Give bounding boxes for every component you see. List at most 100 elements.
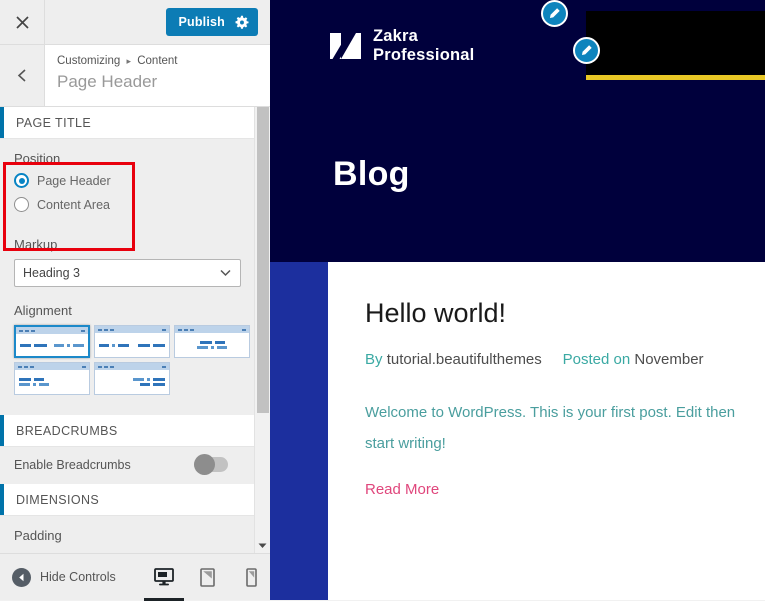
- thumb-bar: [175, 326, 249, 333]
- device-tablet-button[interactable]: [195, 554, 221, 601]
- thumb-dots-icon: [18, 365, 34, 368]
- black-banner: [586, 11, 765, 80]
- alignment-option-centered[interactable]: [174, 325, 250, 358]
- scrollbar-thumb[interactable]: [257, 107, 269, 413]
- breadcrumb-separator-icon: ▸: [126, 56, 132, 66]
- section-header-dimensions[interactable]: DIMENSIONS: [0, 484, 254, 516]
- logo-line-2: Professional: [373, 46, 475, 64]
- alignment-options: [14, 325, 252, 395]
- thumb-dot-icon: [81, 329, 85, 332]
- thumb-body: [95, 333, 169, 357]
- pencil-icon: [549, 8, 560, 19]
- logo-line-1: Zakra: [373, 27, 419, 45]
- controls-list: PAGE TITLE Position Page Header Content …: [0, 107, 254, 543]
- thumb-bar: [95, 363, 169, 370]
- content-area: Hello world! By tutorial.beautifulthemes…: [270, 262, 765, 600]
- alignment-option-title-left-meta-far-right[interactable]: [94, 325, 170, 358]
- control-padding-label: Padding: [14, 528, 62, 543]
- post-excerpt: Welcome to WordPress. This is your first…: [365, 404, 736, 452]
- alignment-option-stacked-left[interactable]: [14, 362, 90, 395]
- thumb-dots-icon: [178, 328, 194, 331]
- radio-content-area-label: Content Area: [37, 197, 110, 212]
- gear-icon: [235, 15, 249, 29]
- hide-controls-button[interactable]: Hide Controls: [0, 567, 116, 587]
- publish-button-label: Publish: [178, 15, 225, 29]
- thumb-body: [15, 370, 89, 394]
- device-desktop-button[interactable]: [143, 554, 184, 601]
- thumb-dot-icon: [242, 328, 246, 331]
- tablet-icon: [200, 567, 216, 587]
- post-inner: Hello world! By tutorial.beautifulthemes…: [328, 262, 765, 498]
- thumb-bar: [95, 326, 169, 333]
- position-label: Position: [14, 151, 61, 166]
- thumb-body: [175, 333, 249, 357]
- radio-option-content-area[interactable]: Content Area: [14, 197, 240, 212]
- alignment-option-title-left-meta-right[interactable]: [14, 325, 90, 358]
- breadcrumb-parent[interactable]: Content: [137, 55, 177, 67]
- zakra-logo-mark-icon: [328, 29, 362, 63]
- enable-breadcrumbs-label: Enable Breadcrumbs: [14, 457, 131, 472]
- enable-breadcrumbs-toggle[interactable]: [194, 454, 228, 475]
- controls-scrollbar[interactable]: [254, 107, 270, 553]
- alignment-option-stacked-right[interactable]: [94, 362, 170, 395]
- breadcrumb-root: Customizing: [57, 55, 121, 67]
- chevron-left-icon: [17, 69, 26, 82]
- radio-content-area[interactable]: [14, 197, 29, 212]
- panel-header: Customizing ▸ Content Page Header: [0, 45, 270, 107]
- close-icon: [15, 15, 29, 29]
- site-preview[interactable]: Zakra Professional Blog Hello world! By …: [270, 0, 765, 600]
- control-position: Position Page Header Content Area: [0, 139, 254, 225]
- desktop-icon: [153, 568, 174, 586]
- radio-option-page-header[interactable]: Page Header: [14, 173, 240, 188]
- device-mobile-button[interactable]: [239, 554, 265, 601]
- alignment-label: Alignment: [14, 303, 72, 318]
- customizer-topbar: Publish: [0, 0, 270, 45]
- site-logo[interactable]: Zakra Professional: [328, 27, 474, 65]
- page-header-area: Blog: [270, 110, 765, 262]
- section-header-breadcrumbs[interactable]: BREADCRUMBS: [0, 415, 254, 447]
- post-meta-by-prefix: By: [365, 351, 383, 368]
- edit-shortcut-logo[interactable]: [573, 37, 600, 64]
- mobile-icon: [246, 567, 258, 587]
- post-meta-author[interactable]: tutorial.beautifulthemes: [387, 351, 542, 368]
- section-header-page-title[interactable]: PAGE TITLE: [0, 107, 254, 139]
- post-meta-date[interactable]: November: [634, 351, 703, 368]
- controls-scroll-area: PAGE TITLE Position Page Header Content …: [0, 107, 270, 553]
- thumb-dot-icon: [162, 328, 166, 331]
- edit-shortcut-header[interactable]: [541, 0, 568, 27]
- breadcrumb: Customizing ▸ Content: [57, 54, 178, 69]
- thumb-bar: [15, 363, 89, 370]
- preview-page-title: Blog: [333, 155, 410, 193]
- hide-controls-label: Hide Controls: [40, 570, 116, 584]
- device-preview-group: [143, 554, 265, 601]
- scroll-down-arrow-icon[interactable]: [255, 538, 270, 553]
- thumb-dot-icon: [82, 365, 86, 368]
- customizer-footer: Hide Controls: [0, 553, 270, 601]
- publish-settings-button[interactable]: [235, 15, 250, 30]
- radio-page-header[interactable]: [14, 173, 29, 188]
- radio-page-header-label: Page Header: [37, 173, 111, 188]
- read-more-link[interactable]: Read More: [365, 481, 765, 498]
- panel-back-button[interactable]: [0, 45, 45, 106]
- markup-select[interactable]: Heading 3: [14, 259, 241, 287]
- thumb-body: [16, 334, 88, 356]
- markup-label: Markup: [14, 237, 58, 252]
- publish-button[interactable]: Publish: [166, 8, 258, 36]
- chevron-down-icon: [219, 266, 232, 279]
- site-header: Zakra Professional: [270, 0, 765, 110]
- customizer-sidebar: Publish Customizing ▸ Content Page Heade…: [0, 0, 270, 601]
- customizer-app: Publish Customizing ▸ Content Page Heade…: [0, 0, 765, 601]
- post-card: Hello world! By tutorial.beautifulthemes…: [328, 262, 765, 600]
- thumb-dots-icon: [98, 365, 114, 368]
- pencil-icon: [581, 45, 592, 56]
- post-title[interactable]: Hello world!: [365, 297, 765, 329]
- markup-select-value: Heading 3: [23, 266, 80, 280]
- close-customizer-button[interactable]: [0, 0, 45, 44]
- thumb-dots-icon: [19, 329, 35, 332]
- toggle-knob: [194, 454, 215, 475]
- site-logo-text: Zakra Professional: [373, 27, 474, 65]
- panel-header-text: Customizing ▸ Content Page Header: [45, 45, 178, 106]
- control-enable-breadcrumbs: Enable Breadcrumbs: [0, 447, 254, 484]
- page-title: Page Header: [57, 72, 158, 91]
